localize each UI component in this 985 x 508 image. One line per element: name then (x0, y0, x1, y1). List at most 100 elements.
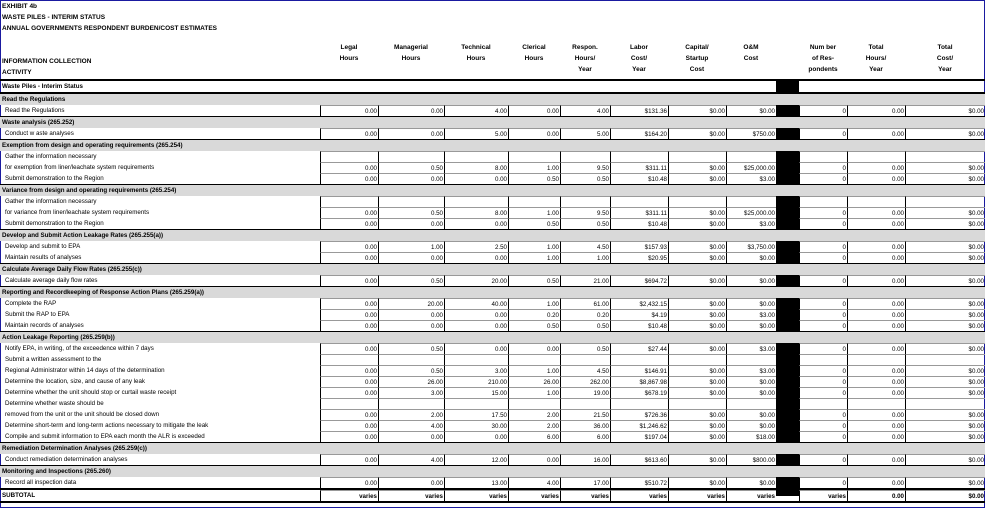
row-cell: 4.00 (378, 420, 444, 431)
row-cell: 0 (799, 298, 847, 309)
row-cell: 20.00 (444, 275, 508, 286)
row-cell: 0.00 (847, 420, 905, 431)
row-cell: 61.00 (560, 298, 610, 309)
row-label: Gather the information necessary (5, 198, 97, 205)
row-cell: 0 (799, 409, 847, 420)
row-cell: $0.00 (668, 162, 726, 173)
row-cell: 0.00 (444, 343, 508, 354)
row-cell (726, 151, 776, 162)
row-cell: $0.00 (726, 477, 776, 488)
row-cell: 0.00 (320, 376, 378, 387)
table-row: Submit demonstration to the Region 0.00 0.… (0, 218, 985, 229)
row-cell: $0.00 (726, 252, 776, 263)
row-cell: 1.00 (378, 241, 444, 252)
row-cell: varies (610, 490, 668, 501)
row-cell: 30.00 (444, 420, 508, 431)
row-cell: 0 (799, 343, 847, 354)
row-cell: 0.00 (320, 173, 378, 184)
row-cell: 0 (799, 420, 847, 431)
row-cell (847, 398, 905, 409)
row-cell: 0.00 (444, 431, 508, 442)
table-row: for variance from liner/leachate system … (0, 207, 985, 218)
row-cell (378, 151, 444, 162)
row-cell: 16.00 (560, 454, 610, 465)
row-label: Conduct remediation determination analys… (5, 456, 128, 463)
row-cell: $0.00 (905, 241, 985, 252)
row-cell: $0.00 (668, 173, 726, 184)
row-cell (905, 151, 985, 162)
table-row: Submit a written assessment to the (0, 354, 985, 365)
row-cell: 262.00 (560, 376, 610, 387)
row-cell: 0.00 (847, 298, 905, 309)
row-cell: 0 (799, 128, 847, 139)
table-row: Maintain results of analyses 0.00 0.00 0.00… (0, 252, 985, 263)
row-cell: 5.00 (560, 128, 610, 139)
row-cell (905, 196, 985, 207)
table-row: Gather the information necessary (0, 196, 985, 207)
row-cell (668, 196, 726, 207)
row-cell: $0.00 (668, 343, 726, 354)
row-label: Read the Regulations (5, 107, 65, 114)
row-cell: 26.00 (378, 376, 444, 387)
row-cell: $25,000.00 (726, 207, 776, 218)
row-cell (610, 398, 668, 409)
header-col-2: Technical Hours (461, 44, 491, 62)
header-col-1: Managerial Hours (394, 44, 428, 62)
row-label: Gather the information necessary (5, 153, 97, 160)
row-cell: $0.00 (905, 320, 985, 331)
row-cell: $0.00 (668, 365, 726, 376)
row-cell: 0.00 (508, 105, 560, 116)
row-cell (508, 196, 560, 207)
row-cell: 0.00 (847, 173, 905, 184)
header-col-4: Respon. Hours/ Year (572, 44, 598, 73)
row-cell: 0.00 (847, 275, 905, 286)
section-header-row: Monitoring and Inspections (265.260) (0, 465, 985, 477)
row-cell: $0.00 (905, 454, 985, 465)
band-title: Waste Piles - Interim Status (2, 83, 83, 90)
row-cell (668, 354, 726, 365)
row-label: Complete the RAP (5, 300, 57, 307)
row-cell: $0.00 (905, 376, 985, 387)
row-cell: $146.91 (610, 365, 668, 376)
row-cell: 2.00 (508, 420, 560, 431)
row-cell: $0.00 (668, 252, 726, 263)
table-row: Notify EPA, in writing, of the exceedenc… (0, 343, 985, 354)
row-cell (444, 151, 508, 162)
row-cell: 40.00 (444, 298, 508, 309)
row-cell: $311.11 (610, 162, 668, 173)
row-cell: $10.48 (610, 218, 668, 229)
row-cell: $0.00 (905, 309, 985, 320)
row-cell: 0.00 (320, 241, 378, 252)
row-cell: 4.00 (508, 477, 560, 488)
row-cell: 0.00 (847, 454, 905, 465)
row-cell (378, 398, 444, 409)
row-cell: $0.00 (726, 409, 776, 420)
section-header-row: Exemption from design and operating requ… (0, 139, 985, 151)
row-cell: 0.00 (508, 454, 560, 465)
row-label: Waste analysis (265.252) (2, 119, 75, 126)
row-cell: 0.00 (847, 477, 905, 488)
row-cell: $0.00 (668, 376, 726, 387)
exhibit-subject: WASTE PILES - INTERIM STATUS (2, 14, 106, 22)
row-label: Exemption from design and operating requ… (2, 142, 183, 149)
table-row: Gather the information necessary (0, 151, 985, 162)
row-cell: $0.00 (905, 173, 985, 184)
header-col-6: Capital/ Startup Cost (685, 44, 709, 73)
row-cell: $0.00 (668, 241, 726, 252)
row-cell: 0.00 (320, 343, 378, 354)
row-cell: $311.11 (610, 207, 668, 218)
table-row: Regional Administrator within 14 days of… (0, 365, 985, 376)
row-cell: $164.20 (610, 128, 668, 139)
row-cell: 0 (799, 218, 847, 229)
row-cell: $0.00 (668, 431, 726, 442)
row-cell: 0.00 (378, 252, 444, 263)
row-cell: $0.00 (905, 105, 985, 116)
row-cell: varies (320, 490, 378, 501)
row-cell (320, 196, 378, 207)
row-label: Action Leakage Reporting (265.259(b)) (2, 334, 115, 341)
row-cell: 2.00 (378, 409, 444, 420)
row-cell: 0.50 (560, 218, 610, 229)
section-header-row: Remediation Determination Analyses (265.… (0, 442, 985, 454)
row-cell: 0.00 (320, 128, 378, 139)
row-cell: 0.00 (320, 387, 378, 398)
